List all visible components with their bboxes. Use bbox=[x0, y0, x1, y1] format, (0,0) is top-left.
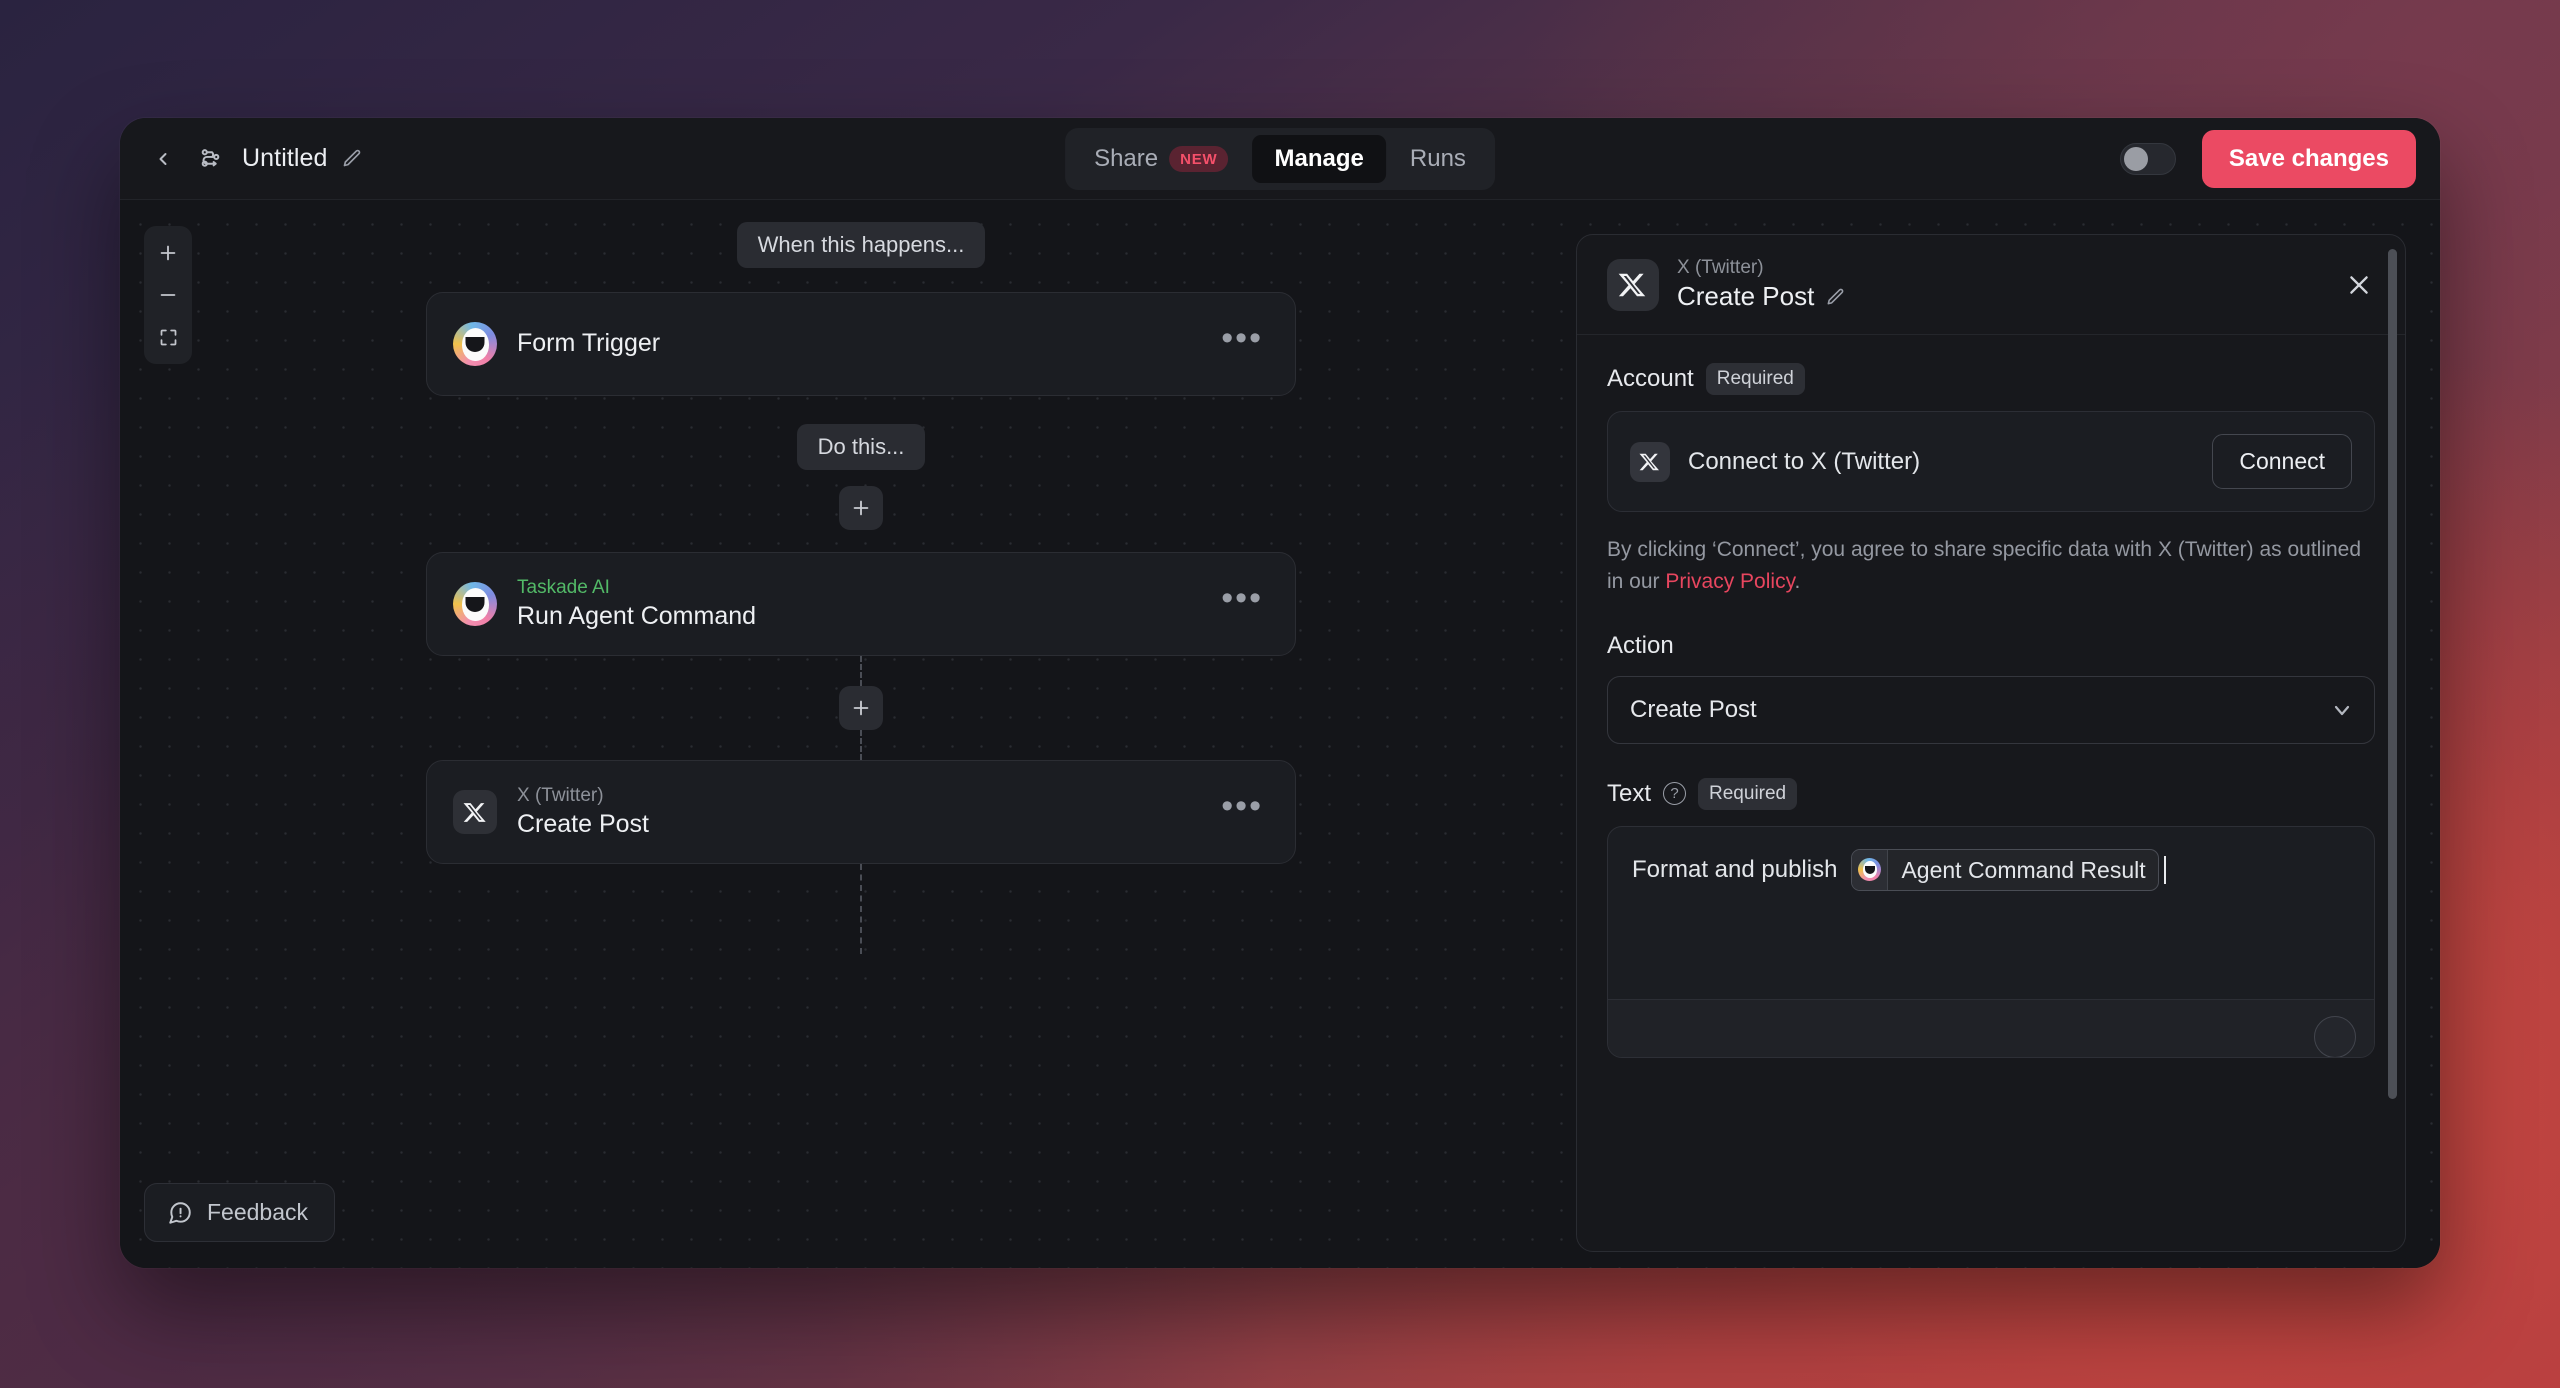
node-menu-button[interactable]: ••• bbox=[1215, 321, 1269, 359]
tab-manage-label: Manage bbox=[1274, 144, 1364, 172]
feedback-button[interactable]: Feedback bbox=[144, 1183, 336, 1242]
panel-title-block: X (Twitter) Create Post bbox=[1677, 257, 2321, 312]
tab-share[interactable]: Share NEW bbox=[1072, 135, 1250, 183]
text-field-block: Text ? Required Format and publish Agent… bbox=[1607, 777, 2375, 1058]
action-label: Action bbox=[1607, 631, 1674, 659]
variable-token-label: Agent Command Result bbox=[1901, 856, 2146, 883]
variable-token-agent-command-result[interactable]: Agent Command Result bbox=[1851, 848, 2159, 891]
panel-scroll-area[interactable]: Account Required Connect to X (Twitter) … bbox=[1577, 335, 2405, 1251]
flow-connector-line bbox=[860, 730, 862, 760]
panel-action-title-row: Create Post bbox=[1677, 281, 2321, 312]
chevron-down-icon bbox=[2330, 698, 2354, 722]
panel-scrollbar-track[interactable] bbox=[2388, 249, 2397, 1237]
post-editor-toolbar bbox=[1608, 998, 2374, 1057]
fit-view-button[interactable] bbox=[148, 317, 188, 357]
panel-header: X (Twitter) Create Post bbox=[1577, 235, 2405, 335]
back-button[interactable] bbox=[146, 142, 180, 176]
x-twitter-icon bbox=[1607, 258, 1659, 311]
x-twitter-icon bbox=[453, 790, 497, 834]
tab-runs[interactable]: Runs bbox=[1388, 135, 1488, 183]
close-panel-button[interactable] bbox=[2339, 265, 2379, 305]
post-text-value: Format and publish bbox=[1632, 855, 1838, 883]
connect-account-card: Connect to X (Twitter) Connect bbox=[1607, 411, 2375, 512]
node-subtitle: X (Twitter) bbox=[517, 784, 604, 806]
node-text: X (Twitter) Create Post bbox=[517, 784, 1215, 841]
zoom-controls bbox=[144, 226, 192, 364]
node-title: Create Post bbox=[517, 810, 650, 839]
zoom-in-button[interactable] bbox=[148, 233, 188, 273]
panel-action-title: Create Post bbox=[1677, 281, 1815, 311]
connect-account-label: Connect to X (Twitter) bbox=[1688, 447, 1921, 475]
toggle-knob bbox=[2123, 146, 2148, 171]
panel-app-name: X (Twitter) bbox=[1677, 257, 1764, 278]
tab-manage[interactable]: Manage bbox=[1252, 134, 1386, 183]
action-select-value: Create Post bbox=[1630, 695, 1757, 723]
zoom-out-button[interactable] bbox=[148, 275, 188, 315]
automation-enable-toggle[interactable] bbox=[2119, 142, 2176, 175]
feedback-label: Feedback bbox=[207, 1199, 309, 1225]
topbar-left: Untitled bbox=[146, 142, 362, 176]
taskade-avatar-icon bbox=[1852, 849, 1889, 890]
flow-connector-line bbox=[860, 864, 862, 954]
node-settings-panel: X (Twitter) Create Post Account Required… bbox=[1576, 234, 2406, 1252]
taskade-avatar-icon bbox=[453, 322, 497, 366]
connect-legal-text: By clicking ‘Connect’, you agree to shar… bbox=[1607, 534, 2367, 598]
workspace-body: When this happens... Form Trigger ••• Do… bbox=[120, 200, 2440, 1268]
taskade-avatar-icon bbox=[453, 582, 497, 626]
flow-column: When this happens... Form Trigger ••• Do… bbox=[426, 222, 1296, 954]
panel-scrollbar-thumb[interactable] bbox=[2388, 249, 2397, 1099]
text-caret bbox=[2163, 855, 2166, 884]
connect-button[interactable]: Connect bbox=[2212, 434, 2352, 489]
top-bar: Untitled Share NEW Manage Runs Save chan… bbox=[120, 118, 2440, 200]
add-step-button-2[interactable] bbox=[839, 686, 883, 730]
feedback-bubble-icon bbox=[167, 1200, 193, 1226]
node-title: Run Agent Command bbox=[517, 602, 757, 631]
legal-suffix: . bbox=[1794, 569, 1801, 593]
text-section-label: Text ? Required bbox=[1607, 777, 2375, 810]
trigger-section-label[interactable]: When this happens... bbox=[736, 222, 986, 268]
account-label: Account bbox=[1607, 365, 1694, 392]
view-tabs: Share NEW Manage Runs bbox=[1065, 127, 1495, 190]
action-select[interactable]: Create Post bbox=[1607, 675, 2375, 744]
tab-share-new-badge: NEW bbox=[1169, 145, 1229, 172]
save-changes-button[interactable]: Save changes bbox=[2201, 129, 2416, 188]
text-label: Text bbox=[1607, 779, 1652, 807]
node-title: Form Trigger bbox=[517, 329, 661, 358]
page-title: Untitled bbox=[242, 144, 328, 172]
node-text: Form Trigger bbox=[517, 328, 1215, 359]
flow-connector-line bbox=[860, 656, 862, 686]
tab-runs-label: Runs bbox=[1409, 144, 1466, 172]
node-subtitle: Taskade AI bbox=[517, 576, 610, 598]
flow-node-run-agent-command[interactable]: Taskade AI Run Agent Command ••• bbox=[426, 552, 1296, 656]
node-text: Taskade AI Run Agent Command bbox=[517, 576, 1215, 633]
node-menu-button[interactable]: ••• bbox=[1215, 581, 1269, 619]
editor-action-button[interactable] bbox=[2314, 1015, 2356, 1057]
add-step-button-1[interactable] bbox=[839, 486, 883, 530]
rename-pencil-icon[interactable] bbox=[341, 148, 362, 169]
panel-rename-pencil-icon[interactable] bbox=[1825, 287, 1845, 307]
tab-share-label: Share bbox=[1094, 144, 1159, 172]
topbar-right: Save changes bbox=[2119, 129, 2416, 188]
flow-node-create-post[interactable]: X (Twitter) Create Post ••• bbox=[426, 760, 1296, 864]
text-required-badge: Required bbox=[1698, 777, 1798, 810]
app-window: Untitled Share NEW Manage Runs Save chan… bbox=[120, 118, 2440, 1268]
privacy-policy-link[interactable]: Privacy Policy bbox=[1665, 570, 1794, 593]
flow-node-form-trigger[interactable]: Form Trigger ••• bbox=[426, 292, 1296, 396]
x-twitter-icon bbox=[1630, 441, 1670, 482]
account-section-label: Account Required bbox=[1607, 363, 2375, 395]
action-section-label[interactable]: Do this... bbox=[796, 424, 926, 470]
account-required-badge: Required bbox=[1705, 363, 1805, 395]
question-circle-icon[interactable]: ? bbox=[1663, 782, 1687, 806]
post-text-content[interactable]: Format and publish Agent Command Result bbox=[1608, 827, 2374, 999]
node-menu-button[interactable]: ••• bbox=[1215, 789, 1269, 827]
action-field-block: Action Create Post bbox=[1607, 632, 2375, 744]
action-section-label: Action bbox=[1607, 632, 2375, 660]
workflow-icon bbox=[193, 142, 227, 176]
post-text-editor[interactable]: Format and publish Agent Command Result bbox=[1607, 825, 2375, 1058]
